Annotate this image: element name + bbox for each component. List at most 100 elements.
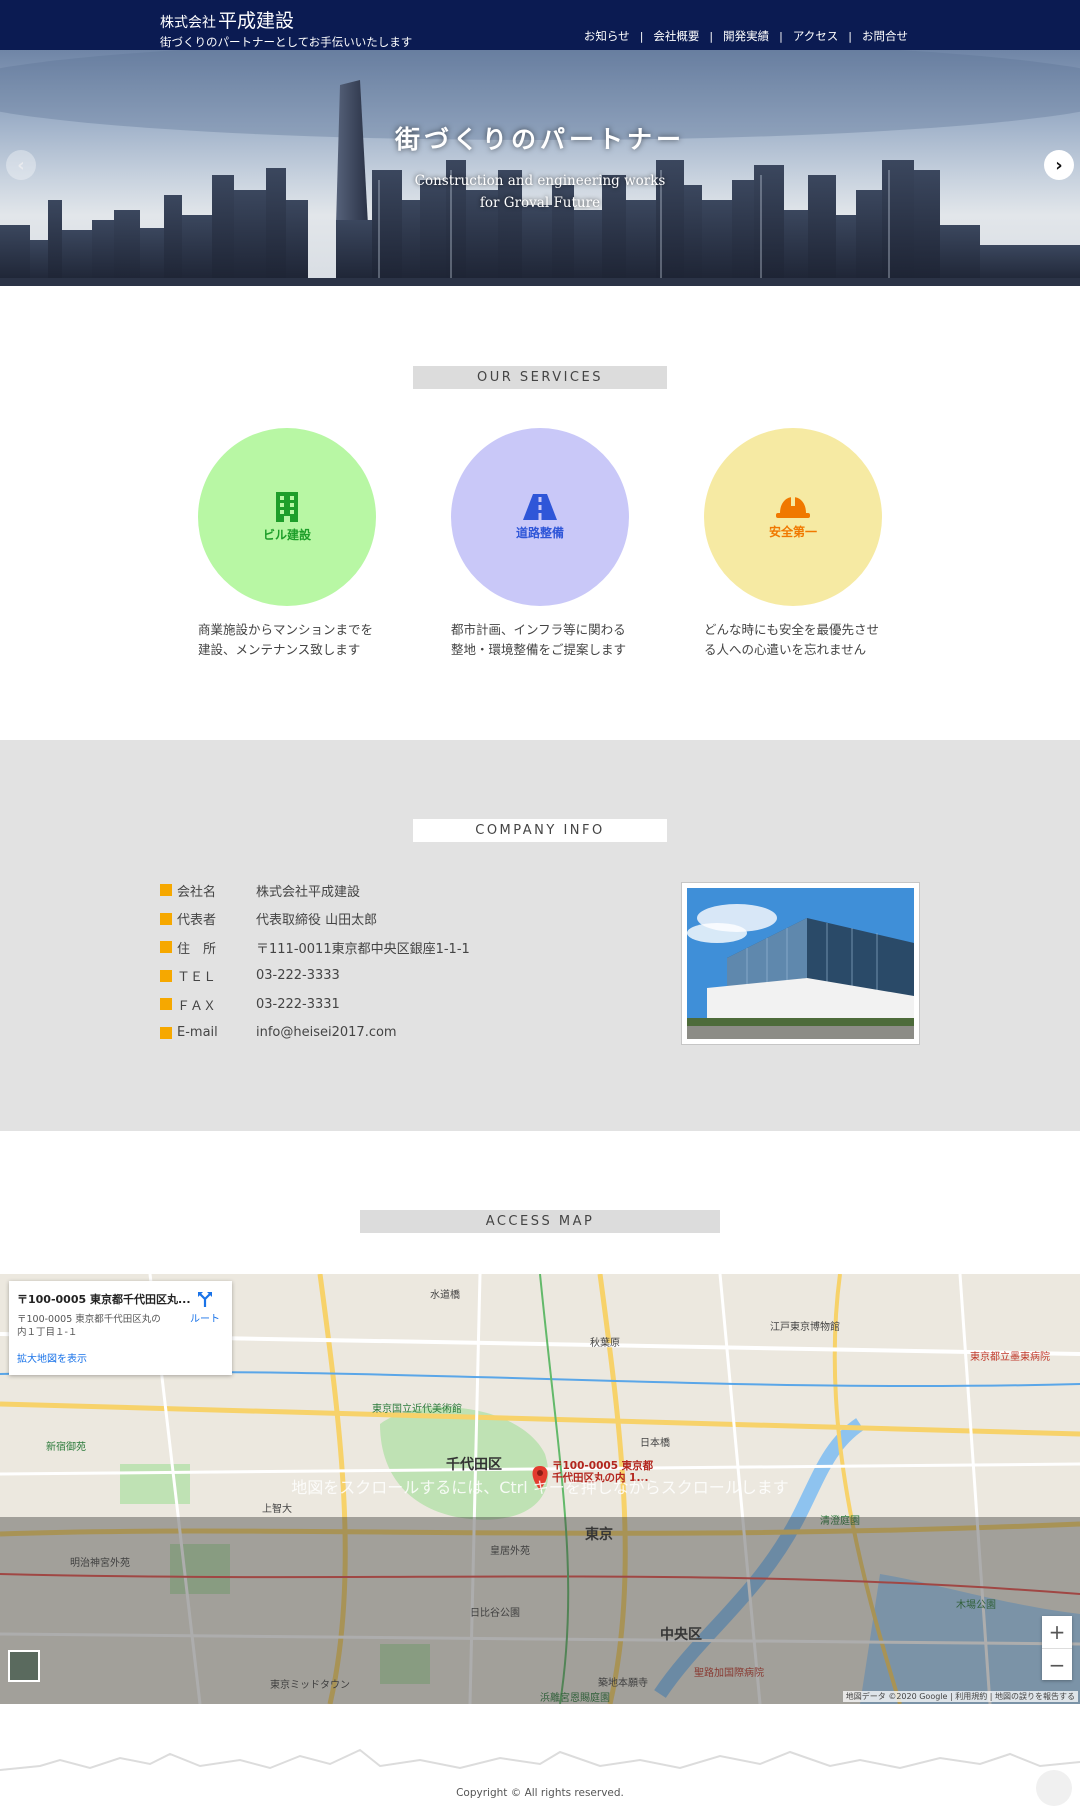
hero-subtitle-line2: for Groval Future [479,195,601,211]
desc-line: 建設、メンテナンス致します [198,642,361,657]
info-key: 会社名 [177,884,217,900]
building-icon [276,491,298,522]
map-label: 秋葉原 [590,1338,620,1349]
zoom-in-button[interactable]: + [1042,1616,1072,1648]
hardhat-icon [776,495,810,518]
footer-skyline-decoration [0,1748,1080,1771]
bullet-marker [160,1026,172,1039]
bullet-marker [160,941,172,954]
service-building-desc: 商業施設からマンションまでを 建設、メンテナンス致します [198,620,388,660]
access-map-heading: ACCESS MAP [360,1210,720,1233]
map-scroll-hint: 地図をスクロールするには、Ctrl キーを押しながらスクロールします [291,1478,789,1497]
zoom-out-button[interactable]: − [1042,1648,1072,1680]
directions-button[interactable]: ルート [190,1291,220,1325]
copyright: Copyright © All rights reserved. [456,1787,624,1799]
nav-separator: | [848,29,852,43]
company-name-main: 平成建設 [218,10,295,32]
desc-line: 整地・環境整備をご提案します [451,642,627,657]
main-nav: お知らせ | 会社概要 | 開発実績 | アクセス | お問合せ [584,28,908,44]
info-value: 株式会社平成建設 [256,884,361,900]
map-label: 上智大 [262,1504,292,1515]
slider-next-button[interactable]: › [1044,150,1074,180]
nav-contact[interactable]: お問合せ [862,28,908,44]
desc-line: 都市計画、インフラ等に関わる [451,622,626,637]
map-label: 新宿御苑 [46,1442,86,1453]
service-safety-label: 安全第一 [768,524,817,539]
scroll-hint-overlay [0,1517,1080,1704]
service-safety-desc: どんな時にも安全を最優先させ る人への心遣いを忘れません [704,620,894,660]
nav-access[interactable]: アクセス [793,28,838,44]
nav-news[interactable]: お知らせ [584,28,630,44]
service-safety[interactable]: 安全第一 [704,428,882,606]
google-map[interactable]: 千代田区 中央区 東京 東京国立近代美術館 皇居外苑 日比谷公園 東京ミッドタウ… [0,1274,1080,1704]
office-building-image [687,888,914,1039]
bullet-marker [160,912,172,925]
hero-title: 街づくりのパートナー [394,125,685,154]
chevron-right-icon: › [1055,154,1063,176]
info-row-company: 会社名 株式会社平成建設 [160,876,470,905]
map-label: 江戸東京博物館 [770,1322,840,1333]
info-value[interactable]: info@heisei2017.com [256,1025,397,1040]
info-key: E-mail [177,1025,218,1041]
service-building[interactable]: ビル建設 [198,428,376,606]
directions-icon [198,1292,212,1307]
company-name: 株式会社 平成建設 [160,6,412,33]
city-skyline-image [0,50,1080,286]
info-value: 代表取締役 山田太郎 [256,913,378,929]
view-larger-map-link[interactable]: 拡大地図を表示 [17,1350,87,1365]
info-row-fax: ＦＡＸ 03-222-3331 [160,990,470,1019]
tagline: 街づくりのパートナーとしてお手伝いいたします [160,35,413,49]
info-key: 代表者 [177,913,217,929]
company-info-heading: COMPANY INFO [413,819,667,842]
info-key: 住 所 [177,941,217,957]
chevron-left-icon: ‹ [17,154,25,176]
nav-works[interactable]: 開発実績 [723,28,769,44]
map-place-card: 〒100-0005 東京都千代田区丸... 〒100-0005 東京都千代田区丸… [9,1281,232,1375]
map-label: 東京国立近代美術館 [372,1404,462,1415]
satellite-toggle[interactable] [8,1650,40,1682]
map-label: 東京都立墨東病院 [970,1352,1050,1363]
map-card-address: 〒100-0005 東京都千代田区丸の内１丁目１-１ [17,1314,161,1338]
service-building-label: ビル建設 [262,527,311,542]
info-value: 03-222-3333 [256,968,340,984]
bullet-marker [160,998,172,1011]
map-zoom-control: + − [1042,1616,1072,1680]
map-attribution: 地図データ ©2020 Google | 利用規約 | 地図の誤りを報告する [842,1691,1078,1702]
info-row-address: 住 所 〒111-0011東京都中央区銀座1-1-1 [160,933,470,962]
nav-separator: | [639,29,644,43]
desc-line: る人への心遣いを忘れません [704,642,867,657]
site-header: 株式会社 平成建設 街づくりのパートナーとしてお手伝いいたします お知らせ | 会… [0,0,1080,50]
company-building-photo [681,882,920,1045]
back-to-top-button[interactable] [1036,1770,1072,1806]
services-heading: OUR SERVICES [413,366,667,389]
desc-line: どんな時にも安全を最優先させ [704,622,880,637]
company-info-table: 会社名 株式会社平成建設 代表者 代表取締役 山田太郎 住 所 〒111-001… [160,876,470,1047]
info-value: 〒111-0011東京都中央区銀座1-1-1 [256,941,470,957]
road-icon [523,493,557,520]
hero-subtitle: Construction and engineering works for G… [0,170,1080,214]
slider-prev-button[interactable]: ‹ [6,150,36,180]
hero-subtitle-line1: Construction and engineering works [414,173,666,189]
info-key: ＴＥＬ [177,970,217,986]
service-road-label: 道路整備 [515,525,564,540]
info-key: ＦＡＸ [177,998,217,1014]
bullet-marker [160,969,172,982]
info-row-email: E-mail info@heisei2017.com [160,1019,470,1048]
info-value: 03-222-3331 [256,996,340,1012]
brand[interactable]: 株式会社 平成建設 街づくりのパートナーとしてお手伝いいたします [160,6,412,50]
nav-company[interactable]: 会社概要 [653,28,699,44]
map-label: 千代田区 [446,1457,502,1473]
bullet-marker [160,884,172,897]
map-label: 水道橋 [430,1290,460,1301]
nav-separator: | [779,29,783,43]
service-road-desc: 都市計画、インフラ等に関わる 整地・環境整備をご提案します [451,620,641,660]
directions-label: ルート [190,1314,220,1325]
company-prefix: 株式会社 [160,15,216,31]
nav-separator: | [709,29,714,43]
hero-slider: 街づくりのパートナー Construction and engineering … [0,50,1080,286]
info-row-tel: ＴＥＬ 03-222-3333 [160,962,470,991]
service-road[interactable]: 道路整備 [451,428,629,606]
desc-line: 商業施設からマンションまでを [198,622,374,637]
map-label: 日本橋 [640,1438,670,1449]
info-row-representative: 代表者 代表取締役 山田太郎 [160,905,470,934]
